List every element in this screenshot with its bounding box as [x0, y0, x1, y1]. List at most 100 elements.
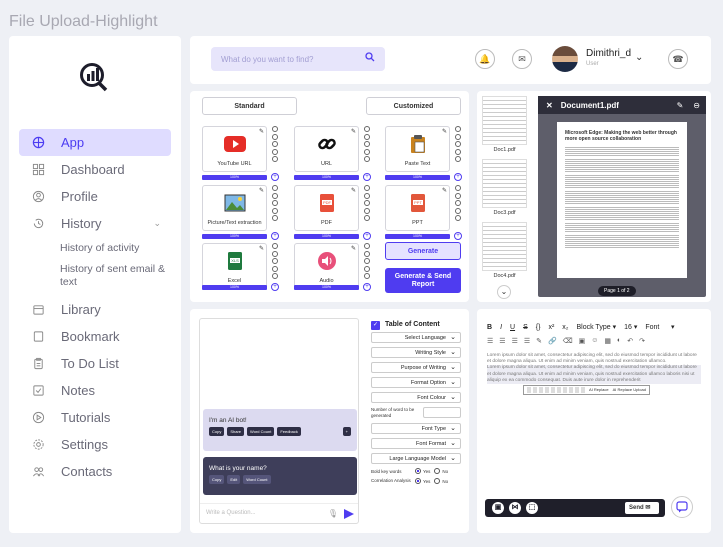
card-actions[interactable]: [364, 126, 370, 162]
generate-send-report-button[interactable]: Generate & Send Report: [385, 268, 461, 293]
card-actions[interactable]: [455, 126, 461, 162]
document-label[interactable]: Doc1.pdf: [482, 147, 527, 153]
add-icon[interactable]: +: [271, 173, 279, 181]
app-logo[interactable]: [79, 62, 109, 97]
superscript-button[interactable]: x²: [548, 324, 554, 331]
sidebar-subitem-history-email[interactable]: History of sent email & text: [19, 260, 171, 292]
bold-button[interactable]: B: [487, 324, 492, 331]
feedback-button[interactable]: Feedback: [277, 427, 301, 436]
add-icon[interactable]: +: [454, 173, 462, 181]
bold-yes-radio[interactable]: Yes: [415, 468, 430, 474]
chat-bubble-icon[interactable]: [671, 496, 693, 518]
link-icon[interactable]: 🔗: [548, 337, 557, 345]
notification-icon[interactable]: 🔔: [475, 49, 495, 69]
copy-button[interactable]: Copy: [209, 427, 225, 436]
sidebar-item-history[interactable]: History ⌄: [19, 210, 171, 237]
redo-icon[interactable]: ↷: [639, 337, 645, 345]
card-actions[interactable]: [364, 185, 370, 221]
sidebar-item-app[interactable]: App: [19, 129, 171, 156]
close-icon[interactable]: ✕: [546, 101, 553, 110]
sidebar-item-tutorials[interactable]: Tutorials: [19, 404, 171, 431]
add-icon[interactable]: +: [454, 232, 462, 240]
support-icon[interactable]: ☎: [668, 49, 688, 69]
chevron-down-icon[interactable]: ⌄: [635, 52, 643, 63]
send-icon[interactable]: [344, 509, 354, 519]
font-dropdown[interactable]: Font ▾: [645, 323, 674, 331]
purpose-dropdown[interactable]: Purpose of Writing: [371, 362, 461, 373]
youtube-url-card[interactable]: ✎ YouTube URL: [202, 126, 267, 172]
edit-icon[interactable]: ✎: [351, 245, 356, 252]
avatar[interactable]: [552, 46, 578, 72]
sidebar-item-contacts[interactable]: Contacts: [19, 458, 171, 485]
url-card[interactable]: ✎ URL: [294, 126, 359, 172]
tab-customized[interactable]: Customized: [366, 97, 461, 115]
picture-text-card[interactable]: ✎ Picture/Text extraction: [202, 185, 267, 231]
font-colour-dropdown[interactable]: Font Colour: [371, 392, 461, 403]
edit-button[interactable]: Edit: [227, 475, 241, 484]
card-actions[interactable]: [272, 185, 278, 221]
add-icon[interactable]: +: [363, 173, 371, 181]
italic-button[interactable]: I: [500, 324, 502, 331]
sidebar-subitem-history-activity[interactable]: History of activity: [19, 237, 171, 260]
select-language-dropdown[interactable]: Select Language: [371, 332, 461, 343]
code-button[interactable]: {}: [536, 324, 541, 331]
chevron-down-icon[interactable]: ⌄: [153, 218, 161, 229]
word-count-button[interactable]: Word Count: [247, 427, 275, 436]
pen-icon[interactable]: ✎: [536, 337, 542, 345]
chevron-down-icon[interactable]: ⌄: [497, 285, 511, 299]
strikethrough-button[interactable]: S: [523, 324, 528, 331]
corr-yes-radio[interactable]: Yes: [415, 478, 430, 484]
subscript-button[interactable]: x₂: [562, 324, 568, 331]
corr-no-radio[interactable]: No: [434, 478, 448, 484]
font-type-dropdown[interactable]: Font Type: [371, 423, 461, 434]
more-icon[interactable]: ⊖: [693, 101, 700, 110]
tab-standard[interactable]: Standard: [202, 97, 297, 115]
share-icon[interactable]: ⋈: [509, 502, 521, 514]
ai-replace-button[interactable]: AI Replace: [589, 387, 609, 393]
editor-content[interactable]: Lorem ipsum dolor sit amet, consectetur …: [487, 353, 701, 396]
align-right-icon[interactable]: ☰: [512, 337, 518, 345]
document-thumbnail[interactable]: [482, 159, 527, 208]
document-label[interactable]: Doc3.pdf: [482, 210, 527, 216]
font-format-dropdown[interactable]: Font Format: [371, 438, 461, 449]
sidebar-item-profile[interactable]: Profile: [19, 183, 171, 210]
message-icon[interactable]: ✉: [512, 49, 532, 69]
share-button[interactable]: Share: [227, 427, 245, 436]
align-left-icon[interactable]: ☰: [487, 337, 493, 345]
sidebar-item-dashboard[interactable]: Dashboard: [19, 156, 171, 183]
sidebar-item-notes[interactable]: Notes: [19, 377, 171, 404]
add-icon[interactable]: +: [363, 283, 371, 291]
font-size-dropdown[interactable]: 16 ▾: [624, 323, 637, 331]
sidebar-item-library[interactable]: Library: [19, 296, 171, 323]
audio-card[interactable]: ✎ Audio: [294, 243, 359, 289]
ppt-card[interactable]: ✎ PPT PPT: [385, 185, 450, 231]
block-type-dropdown[interactable]: Block Type ▾: [577, 323, 617, 331]
llm-dropdown[interactable]: Large Language Model: [371, 453, 461, 464]
document-label[interactable]: Doc4.pdf: [482, 273, 527, 279]
save-icon[interactable]: ▣: [492, 502, 504, 514]
chat-input[interactable]: Write a Question... 🎙: [200, 503, 358, 523]
add-icon[interactable]: +: [271, 232, 279, 240]
paste-text-card[interactable]: ✎ Paste Text: [385, 126, 450, 172]
emoji-icon[interactable]: ☺: [591, 337, 598, 345]
download-icon[interactable]: ⬚: [526, 502, 538, 514]
bold-no-radio[interactable]: No: [434, 468, 448, 474]
card-actions[interactable]: [455, 185, 461, 221]
word-count-button[interactable]: Word Count: [243, 475, 271, 484]
add-icon[interactable]: +: [342, 427, 351, 436]
card-actions[interactable]: [272, 243, 278, 279]
search-input[interactable]: What do you want to find?: [211, 47, 385, 71]
edit-icon[interactable]: ✎: [677, 101, 684, 110]
table-icon[interactable]: ▦: [604, 337, 611, 345]
add-icon[interactable]: +: [271, 283, 279, 291]
edit-icon[interactable]: ✎: [442, 128, 447, 135]
writing-style-dropdown[interactable]: Writing Style: [371, 347, 461, 358]
edit-icon[interactable]: ✎: [259, 245, 264, 252]
toc-checkbox[interactable]: ✓: [371, 321, 380, 330]
copy-button[interactable]: Copy: [209, 475, 225, 484]
document-thumbnail[interactable]: [482, 96, 527, 145]
add-icon[interactable]: +: [363, 232, 371, 240]
justify-icon[interactable]: ☰: [524, 337, 530, 345]
edit-icon[interactable]: ✎: [351, 128, 356, 135]
card-actions[interactable]: [364, 243, 370, 279]
